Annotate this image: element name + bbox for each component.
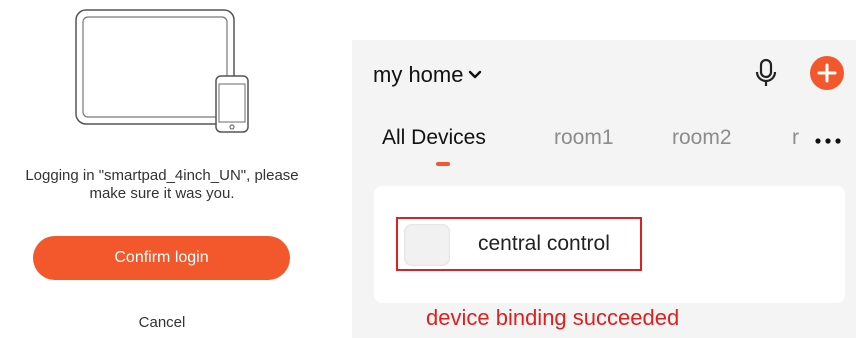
tablet-and-phone-icon	[75, 9, 249, 133]
home-title: my home	[373, 62, 464, 87]
device-item-central-control[interactable]: central control	[396, 217, 642, 271]
more-icon[interactable]	[814, 137, 842, 145]
login-message-line1: Logging in "smartpad_4inch_UN", please	[25, 167, 299, 184]
confirm-login-button[interactable]: Confirm login	[33, 236, 290, 280]
device-name: central control	[478, 232, 610, 255]
tab-all-devices[interactable]: All Devices	[382, 126, 486, 150]
add-icon[interactable]	[810, 56, 844, 90]
binding-success-caption: device binding succeeded	[426, 305, 680, 330]
device-card: central control	[374, 186, 845, 303]
cancel-button[interactable]: Cancel	[100, 314, 224, 331]
chevron-down-icon	[469, 70, 482, 79]
login-message: Logging in "smartpad_4inch_UN", please m…	[0, 167, 324, 203]
tab-room1[interactable]: room1	[554, 126, 614, 150]
active-tab-indicator	[436, 162, 450, 166]
tab-room2[interactable]: room2	[672, 126, 732, 150]
login-message-line2: make sure it was you.	[89, 185, 235, 202]
room-tabs: All Devices room1 room2 r	[352, 126, 856, 158]
tab-room-truncated[interactable]: r	[792, 126, 799, 150]
login-confirmation-panel: Logging in "smartpad_4inch_UN", please m…	[0, 0, 345, 338]
home-selector[interactable]: my home	[373, 60, 482, 90]
device-icon	[404, 224, 450, 266]
microphone-icon[interactable]	[754, 58, 778, 88]
home-screen: my home All Devices room1 room2 r centra…	[352, 40, 856, 338]
